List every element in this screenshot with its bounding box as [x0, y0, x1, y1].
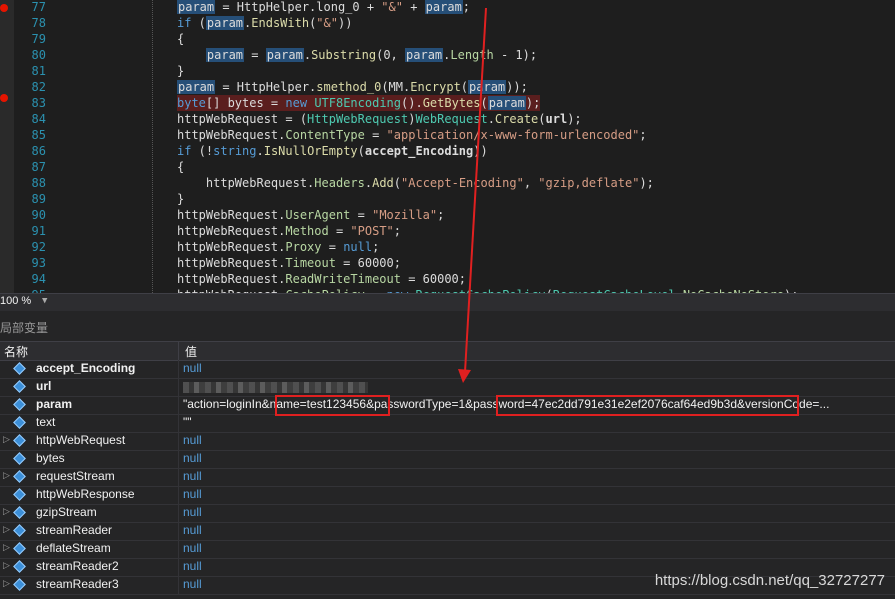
watermark: https://blog.csdn.net/qq_32727277: [654, 572, 885, 589]
annotation-arrow: [458, 7, 487, 383]
